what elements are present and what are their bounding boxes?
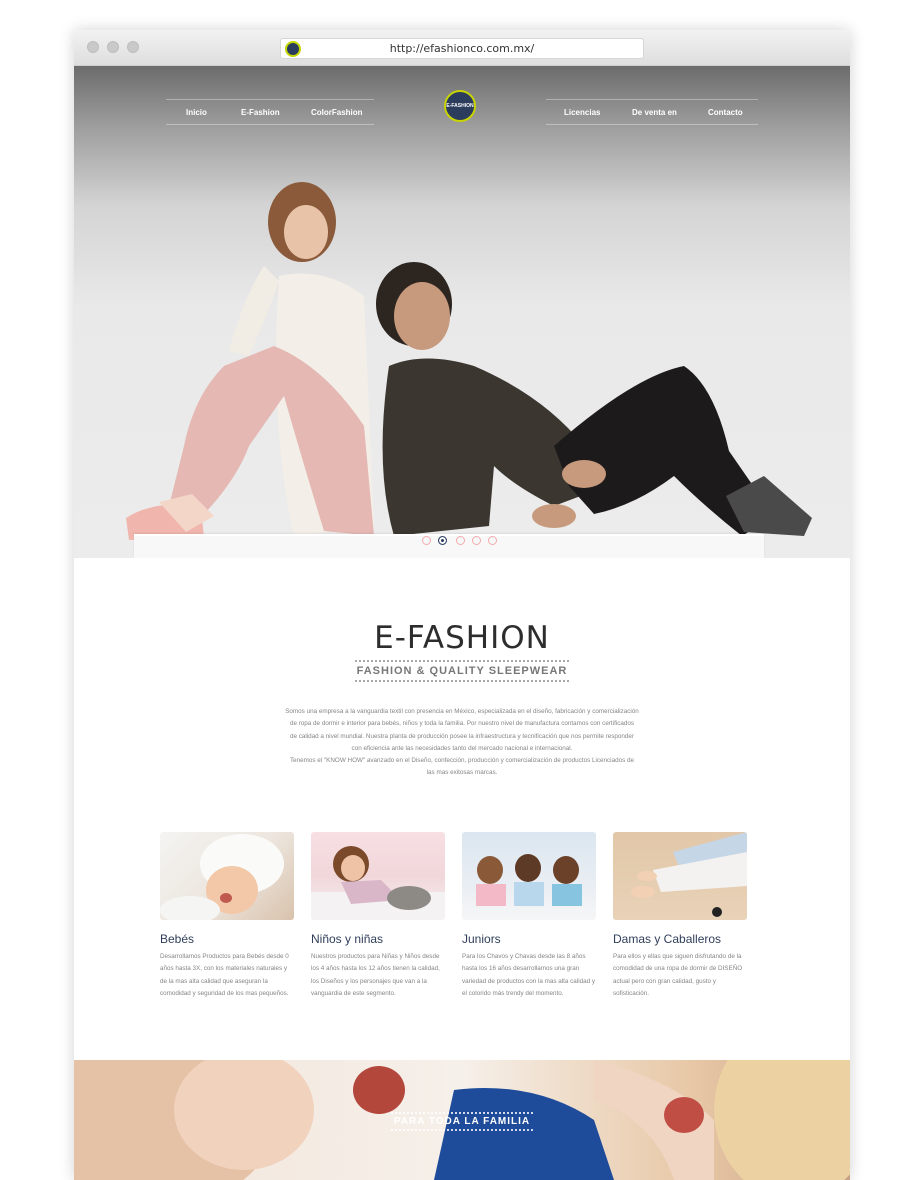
slide-dot-5[interactable]: [488, 536, 497, 545]
nav-e-fashion[interactable]: E-Fashion: [241, 108, 280, 117]
nav-colorfashion[interactable]: ColorFashion: [311, 108, 363, 117]
hero-slider: Inicio E-Fashion ColorFashion E-FASHION …: [74, 66, 850, 558]
browser-window: http://efashionco.com.mx/ Inicio E-Fashi…: [74, 30, 850, 1180]
nav-left: Inicio E-Fashion ColorFashion: [166, 99, 374, 125]
window-close-button[interactable]: [87, 41, 99, 53]
slide-dot-2[interactable]: [438, 536, 447, 545]
address-bar[interactable]: http://efashionco.com.mx/: [280, 38, 644, 59]
nav-inicio[interactable]: Inicio: [186, 108, 207, 117]
window-maximize-button[interactable]: [127, 41, 139, 53]
slide-dot-1[interactable]: [422, 536, 431, 545]
hero-photo: [126, 182, 812, 540]
nav-right: Licencias De venta en Contacto: [546, 99, 758, 125]
url-text: http://efashionco.com.mx/: [389, 42, 535, 55]
browser-toolbar: http://efashionco.com.mx/: [74, 30, 850, 66]
slide-dot-3[interactable]: [456, 536, 465, 545]
hero-bench: [134, 534, 764, 558]
nav-de-venta-en[interactable]: De venta en: [632, 108, 677, 117]
slide-dot-4[interactable]: [472, 536, 481, 545]
window-minimize-button[interactable]: [107, 41, 119, 53]
nav-contacto[interactable]: Contacto: [708, 108, 743, 117]
nav-licencias[interactable]: Licencias: [564, 108, 600, 117]
site-logo[interactable]: E-FASHION: [444, 90, 476, 122]
